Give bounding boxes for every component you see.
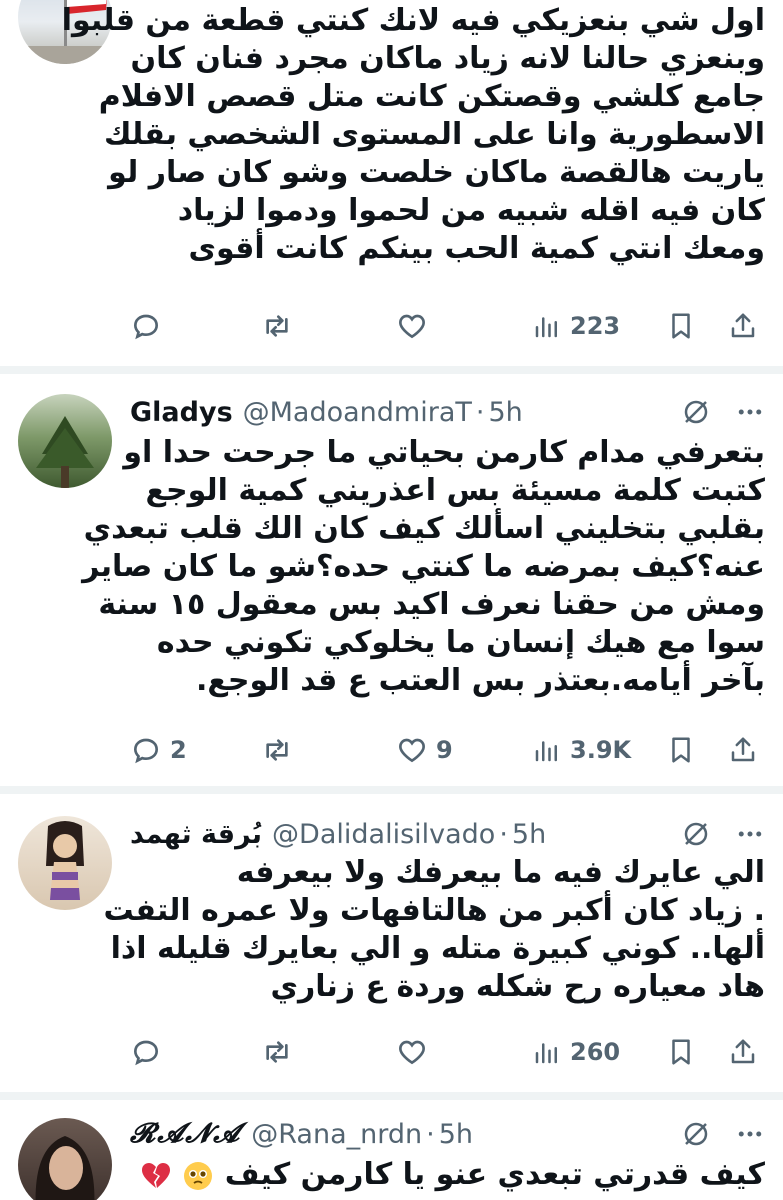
tweet-header: Gladys @MadoandmiraT · 5h: [130, 392, 783, 432]
views-icon: [535, 1043, 557, 1064]
tweet[interactable]: 𝓡𝓐𝓝𝓐 @Rana_nrdn · 5h كيف قدرتي تبعدي عنو…: [0, 1100, 783, 1200]
reply-icon: [133, 1040, 159, 1066]
like-icon: [399, 738, 425, 763]
share-icon: [731, 737, 755, 762]
bookmark-button[interactable]: [666, 306, 696, 346]
grok-icon[interactable]: [681, 1119, 711, 1149]
header-icons: [681, 392, 765, 432]
separator: [0, 1092, 783, 1100]
timestamp[interactable]: 5h: [488, 397, 522, 428]
user-handle[interactable]: @MadoandmiraT: [243, 397, 472, 428]
like-button[interactable]: [396, 1032, 436, 1072]
tweet-actions: 223: [130, 306, 767, 346]
tree-photo: [36, 416, 94, 488]
header-icons: [681, 1114, 765, 1154]
more-icon[interactable]: [735, 397, 765, 427]
bookmark-button[interactable]: [666, 1032, 696, 1072]
share-button[interactable]: [728, 730, 758, 770]
user-handle[interactable]: @Rana_nrdn: [251, 1119, 422, 1150]
tweet[interactable]: بُرقة ثهمد @Dalidalisilvado · 5h الي عاي…: [0, 794, 783, 1090]
display-name[interactable]: بُرقة ثهمد: [130, 819, 262, 850]
separator: [0, 786, 783, 794]
share-button[interactable]: [728, 306, 758, 346]
pleading-face-emoji: [184, 1161, 213, 1190]
display-name[interactable]: Gladys: [130, 397, 233, 428]
reply-icon: [133, 314, 159, 340]
tweet-actions: 260: [130, 1032, 767, 1072]
tweet-text: اول شي بنعزيكي فيه لانك كنتي قطعة من قلب…: [61, 3, 765, 266]
tweet[interactable]: اول شي بنعزيكي فيه لانك كنتي قطعة من قلب…: [0, 0, 783, 364]
reply-button[interactable]: 2: [130, 730, 187, 770]
display-name[interactable]: 𝓡𝓐𝓝𝓐: [130, 1118, 241, 1150]
repost-button[interactable]: [260, 730, 302, 770]
header-icons: [681, 814, 765, 854]
tweet-actions: 2 9 3.9K: [130, 730, 767, 770]
bookmark-icon: [672, 313, 690, 339]
like-icon: [399, 314, 425, 339]
illustration-photo: [46, 821, 84, 900]
bookmark-button[interactable]: [666, 730, 696, 770]
views-icon: [535, 741, 557, 762]
views-icon: [535, 317, 557, 338]
reply-button[interactable]: [130, 306, 170, 346]
more-icon[interactable]: [735, 819, 765, 849]
tweet[interactable]: Gladys @MadoandmiraT · 5h بتعرفي مدام كا…: [0, 374, 783, 784]
dot-separator: ·: [499, 818, 508, 850]
more-icon[interactable]: [735, 1119, 765, 1149]
timestamp[interactable]: 5h: [439, 1119, 473, 1150]
share-icon: [731, 313, 755, 338]
repost-button[interactable]: [260, 1032, 302, 1072]
separator: [0, 366, 783, 374]
share-icon: [731, 1039, 755, 1064]
views-button[interactable]: 223: [532, 306, 620, 346]
like-button[interactable]: 9: [396, 730, 453, 770]
dot-separator: ·: [475, 396, 485, 428]
reply-icon: [133, 738, 159, 764]
timestamp[interactable]: 5h: [512, 819, 546, 850]
avatar[interactable]: [18, 1118, 112, 1200]
repost-icon: [266, 1041, 288, 1063]
repost-icon: [266, 315, 288, 337]
bookmark-icon: [672, 1039, 690, 1065]
user-handle[interactable]: @Dalidalisilvado: [272, 819, 495, 850]
tweet-text: كيف قدرتي تبعدي عنو يا كارمن كيف: [128, 1156, 765, 1194]
repost-button[interactable]: [260, 306, 302, 346]
avatar[interactable]: [18, 394, 112, 488]
like-button[interactable]: [396, 306, 436, 346]
tweet-header: 𝓡𝓐𝓝𝓐 @Rana_nrdn · 5h: [130, 1114, 783, 1154]
reply-button[interactable]: [130, 1032, 170, 1072]
tweet-text: الي عايرك فيه ما بيعرفك ولا بيعرفه . زيا…: [103, 855, 765, 1004]
tweet-header: بُرقة ثهمد @Dalidalisilvado · 5h: [130, 814, 783, 854]
grok-icon[interactable]: [681, 397, 711, 427]
avatar[interactable]: [18, 816, 112, 910]
portrait-photo: [35, 1136, 95, 1200]
views-button[interactable]: 260: [532, 1032, 620, 1072]
like-icon: [399, 1040, 425, 1065]
tweet-text: بتعرفي مدام كارمن بحياتي ما جرحت حدا او …: [82, 435, 765, 698]
broken-heart-emoji: [141, 1162, 170, 1188]
views-button[interactable]: 3.9K: [532, 730, 631, 770]
bookmark-icon: [672, 737, 690, 763]
dot-separator: ·: [426, 1118, 435, 1150]
grok-icon[interactable]: [681, 819, 711, 849]
repost-icon: [266, 739, 288, 761]
share-button[interactable]: [728, 1032, 758, 1072]
